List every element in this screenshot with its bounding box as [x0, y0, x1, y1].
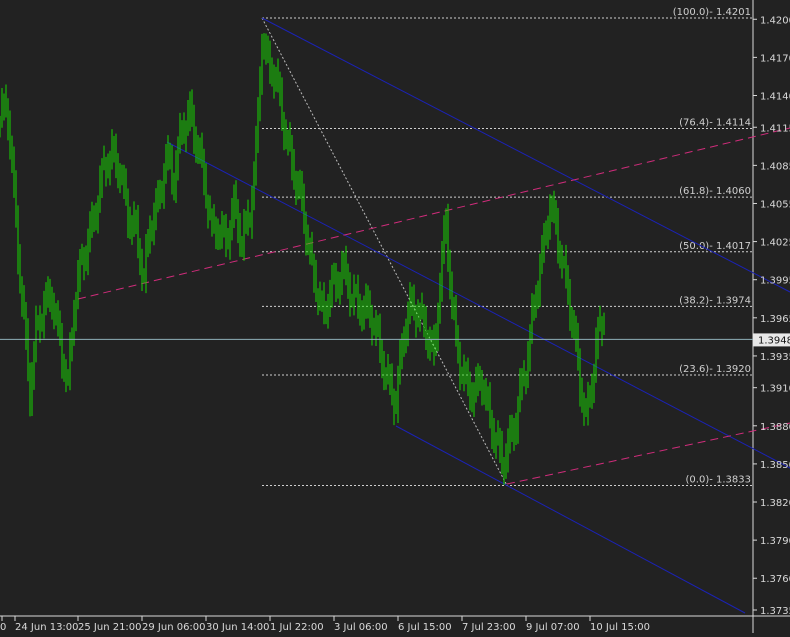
price-tick-label: 1.3995 [760, 276, 790, 287]
price-tick-label: 1.4025 [760, 238, 790, 249]
price-tick-label: 1.4170 [760, 53, 790, 64]
price-tick-label: 1.3820 [760, 498, 790, 509]
price-tick-label: 1.3935 [760, 352, 790, 363]
fib-level-label: (38.2)- 1.3974 [679, 295, 751, 306]
current-price-label: 1.3948 [758, 335, 790, 346]
price-tick-label: 1.3910 [760, 384, 790, 395]
price-tick-label: 1.3790 [760, 536, 790, 547]
fib-level-label: (61.8)- 1.4060 [679, 186, 751, 197]
time-tick-label: 3 Jul 06:00 [334, 622, 388, 633]
time-tick-label: 25 Jun 21:00 [78, 622, 142, 633]
price-tick-label: 1.4140 [760, 91, 790, 102]
time-tick-label: 9 Jul 07:00 [526, 622, 580, 633]
fib-level-label: (0.0)- 1.3833 [686, 475, 751, 486]
time-tick-label: 10 Jul 15:00 [590, 622, 650, 633]
price-chart[interactable]: (100.0)- 1.4201 (76.4)- 1.4114 (61.8)- 1.4… [0, 0, 790, 633]
fib-level-label: (23.6)- 1.3920 [679, 364, 751, 375]
chart-area[interactable]: (100.0)- 1.4201 (76.4)- 1.4114 (61.8)- 1.4… [0, 0, 790, 633]
price-tick-label: 1.4055 [760, 199, 790, 210]
price-tick-label: 1.3965 [760, 314, 790, 325]
time-tick-label: 30 Jun 14:00 [206, 622, 270, 633]
price-tick-label: 1.4200 [760, 15, 790, 26]
price-tick-label: 1.3735 [760, 606, 790, 617]
time-tick-label: 6 Jul 15:00 [398, 622, 452, 633]
price-tick-label: 1.3760 [760, 574, 790, 585]
price-tick-label: 1.3880 [760, 422, 790, 433]
time-tick-label: 29 Jun 06:00 [142, 622, 206, 633]
fib-level-label: (100.0)- 1.4201 [673, 7, 751, 18]
time-tick-label: 1 Jul 22:00 [270, 622, 324, 633]
time-tick-label: 24 Jun 13:00 [15, 622, 79, 633]
time-tick-label: 7 Jul 23:00 [462, 622, 516, 633]
price-tick-label: 1.3850 [760, 460, 790, 471]
price-tick-label: 1.4085 [760, 161, 790, 172]
chart-background [0, 0, 790, 633]
price-tick-label: 1.4115 [760, 123, 790, 134]
fib-level-label: (76.4)- 1.4114 [679, 118, 751, 129]
fib-level-label: (50.0)- 1.4017 [679, 241, 751, 252]
time-tick-label: 0 [0, 622, 6, 633]
